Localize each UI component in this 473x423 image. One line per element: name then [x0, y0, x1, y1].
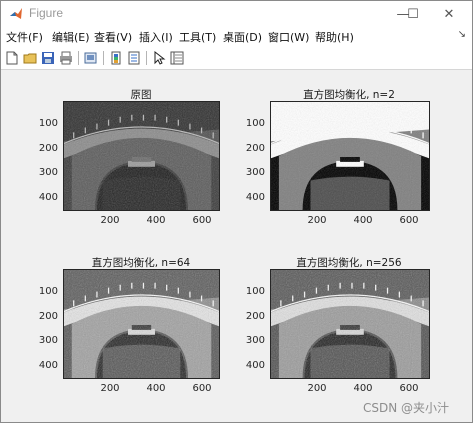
ytick-label: 400: [245, 192, 265, 203]
open-file-icon: [23, 53, 37, 64]
property-inspector-button[interactable]: [169, 50, 185, 66]
xtick-label: 600: [192, 215, 212, 226]
toolbar-separator: [146, 51, 147, 65]
xtick-label: 400: [353, 383, 373, 394]
ytick-label: 200: [38, 311, 58, 322]
plot-title-n2: 直方图均衡化, n=2: [303, 89, 395, 101]
ytick-label: 100: [38, 118, 58, 129]
original-image: [62, 102, 221, 210]
ytick-label: 300: [245, 335, 265, 346]
equalized-image-n64: [62, 270, 221, 378]
menu-edit[interactable]: 编辑(E): [52, 29, 90, 45]
equalized-image-n2: [269, 102, 431, 210]
xtick-label: 200: [100, 383, 120, 394]
menu-tools[interactable]: 工具(T): [179, 29, 216, 45]
window-title: Figure: [29, 6, 64, 20]
axes-equalized-n64[interactable]: [62, 269, 221, 379]
axes-equalized-n256[interactable]: [269, 269, 431, 379]
insert-colorbar-icon: [111, 51, 121, 65]
menu-bar: 文件(F) 编辑(E) 查看(V) 插入(I) 工具(T) 桌面(D) 窗口(W…: [1, 27, 472, 47]
figure-toolbar: [1, 47, 472, 70]
menu-insert[interactable]: 插入(I): [139, 29, 173, 45]
toolbar-separator: [78, 51, 79, 65]
ytick-label: 200: [245, 311, 265, 322]
ytick-label: 400: [38, 192, 58, 203]
insert-legend-icon: [128, 51, 140, 65]
xtick-label: 200: [307, 383, 327, 394]
xtick-label: 600: [399, 383, 419, 394]
xtick-label: 600: [399, 215, 419, 226]
menu-file[interactable]: 文件(F): [6, 29, 43, 45]
ytick-label: 300: [38, 167, 58, 178]
ytick-label: 100: [38, 286, 58, 297]
close-button[interactable]: ✕: [426, 1, 472, 27]
menu-window[interactable]: 窗口(W): [268, 29, 309, 45]
xtick-label: 600: [192, 383, 212, 394]
ytick-label: 100: [245, 118, 265, 129]
ytick-label: 200: [245, 143, 265, 154]
ytick-label: 300: [245, 167, 265, 178]
print-button[interactable]: [58, 50, 74, 66]
xtick-label: 200: [100, 215, 120, 226]
save-icon: [42, 52, 54, 64]
xtick-label: 200: [307, 215, 327, 226]
insert-legend-button[interactable]: [126, 50, 142, 66]
plot-title-n64: 直方图均衡化, n=64: [91, 257, 191, 269]
save-button[interactable]: [40, 50, 56, 66]
axes-equalized-n2[interactable]: [269, 101, 431, 211]
insert-colorbar-button[interactable]: [108, 50, 124, 66]
xtick-label: 400: [146, 383, 166, 394]
property-inspector-icon: [170, 51, 184, 65]
ytick-label: 300: [38, 335, 58, 346]
watermark-text: CSDN @夹小汁: [363, 401, 450, 415]
plot-title-original: 原图: [130, 89, 152, 101]
edit-plot-button[interactable]: [151, 50, 167, 66]
toolbar-separator: [103, 51, 104, 65]
plot-title-n256: 直方图均衡化, n=256: [296, 257, 402, 269]
axes-original[interactable]: [62, 101, 221, 211]
figure-window: Figure — ☐ ✕ 文件(F) 编辑(E) 查看(V) 插入(I) 工具(…: [0, 0, 473, 423]
ytick-label: 400: [38, 360, 58, 371]
xtick-label: 400: [146, 215, 166, 226]
ytick-label: 200: [38, 143, 58, 154]
edit-plot-icon: [154, 51, 166, 65]
link-figure-button[interactable]: [83, 50, 99, 66]
menu-help[interactable]: 帮助(H): [315, 29, 354, 45]
new-figure-icon: [6, 51, 18, 65]
figure-canvas: 原图 100 200 300 400 200 400 600 直方图均衡化, n…: [1, 70, 472, 422]
xtick-label: 400: [353, 215, 373, 226]
print-icon: [60, 51, 72, 65]
new-figure-button[interactable]: [4, 50, 20, 66]
open-file-button[interactable]: [22, 50, 38, 66]
menu-view[interactable]: 查看(V): [94, 29, 132, 45]
title-bar: Figure — ☐ ✕: [1, 1, 472, 27]
ytick-label: 100: [245, 286, 265, 297]
menu-desktop[interactable]: 桌面(D): [223, 29, 262, 45]
menu-overflow-icon[interactable]: ↘: [458, 29, 466, 40]
ytick-label: 400: [245, 360, 265, 371]
matlab-logo-icon: [10, 8, 22, 19]
link-figure-icon: [84, 52, 97, 64]
equalized-image-n256: [269, 270, 431, 378]
